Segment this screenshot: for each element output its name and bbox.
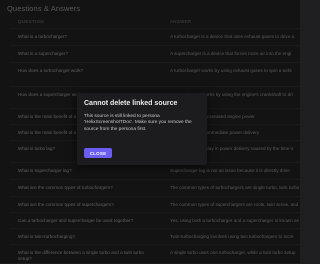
dialog-title: Cannot delete linked source <box>84 100 178 107</box>
close-button[interactable]: CLOSE <box>84 148 112 158</box>
error-dialog: Cannot delete linked source This source … <box>77 93 207 165</box>
dialog-message: This source is still linked to persona '… <box>84 114 192 132</box>
